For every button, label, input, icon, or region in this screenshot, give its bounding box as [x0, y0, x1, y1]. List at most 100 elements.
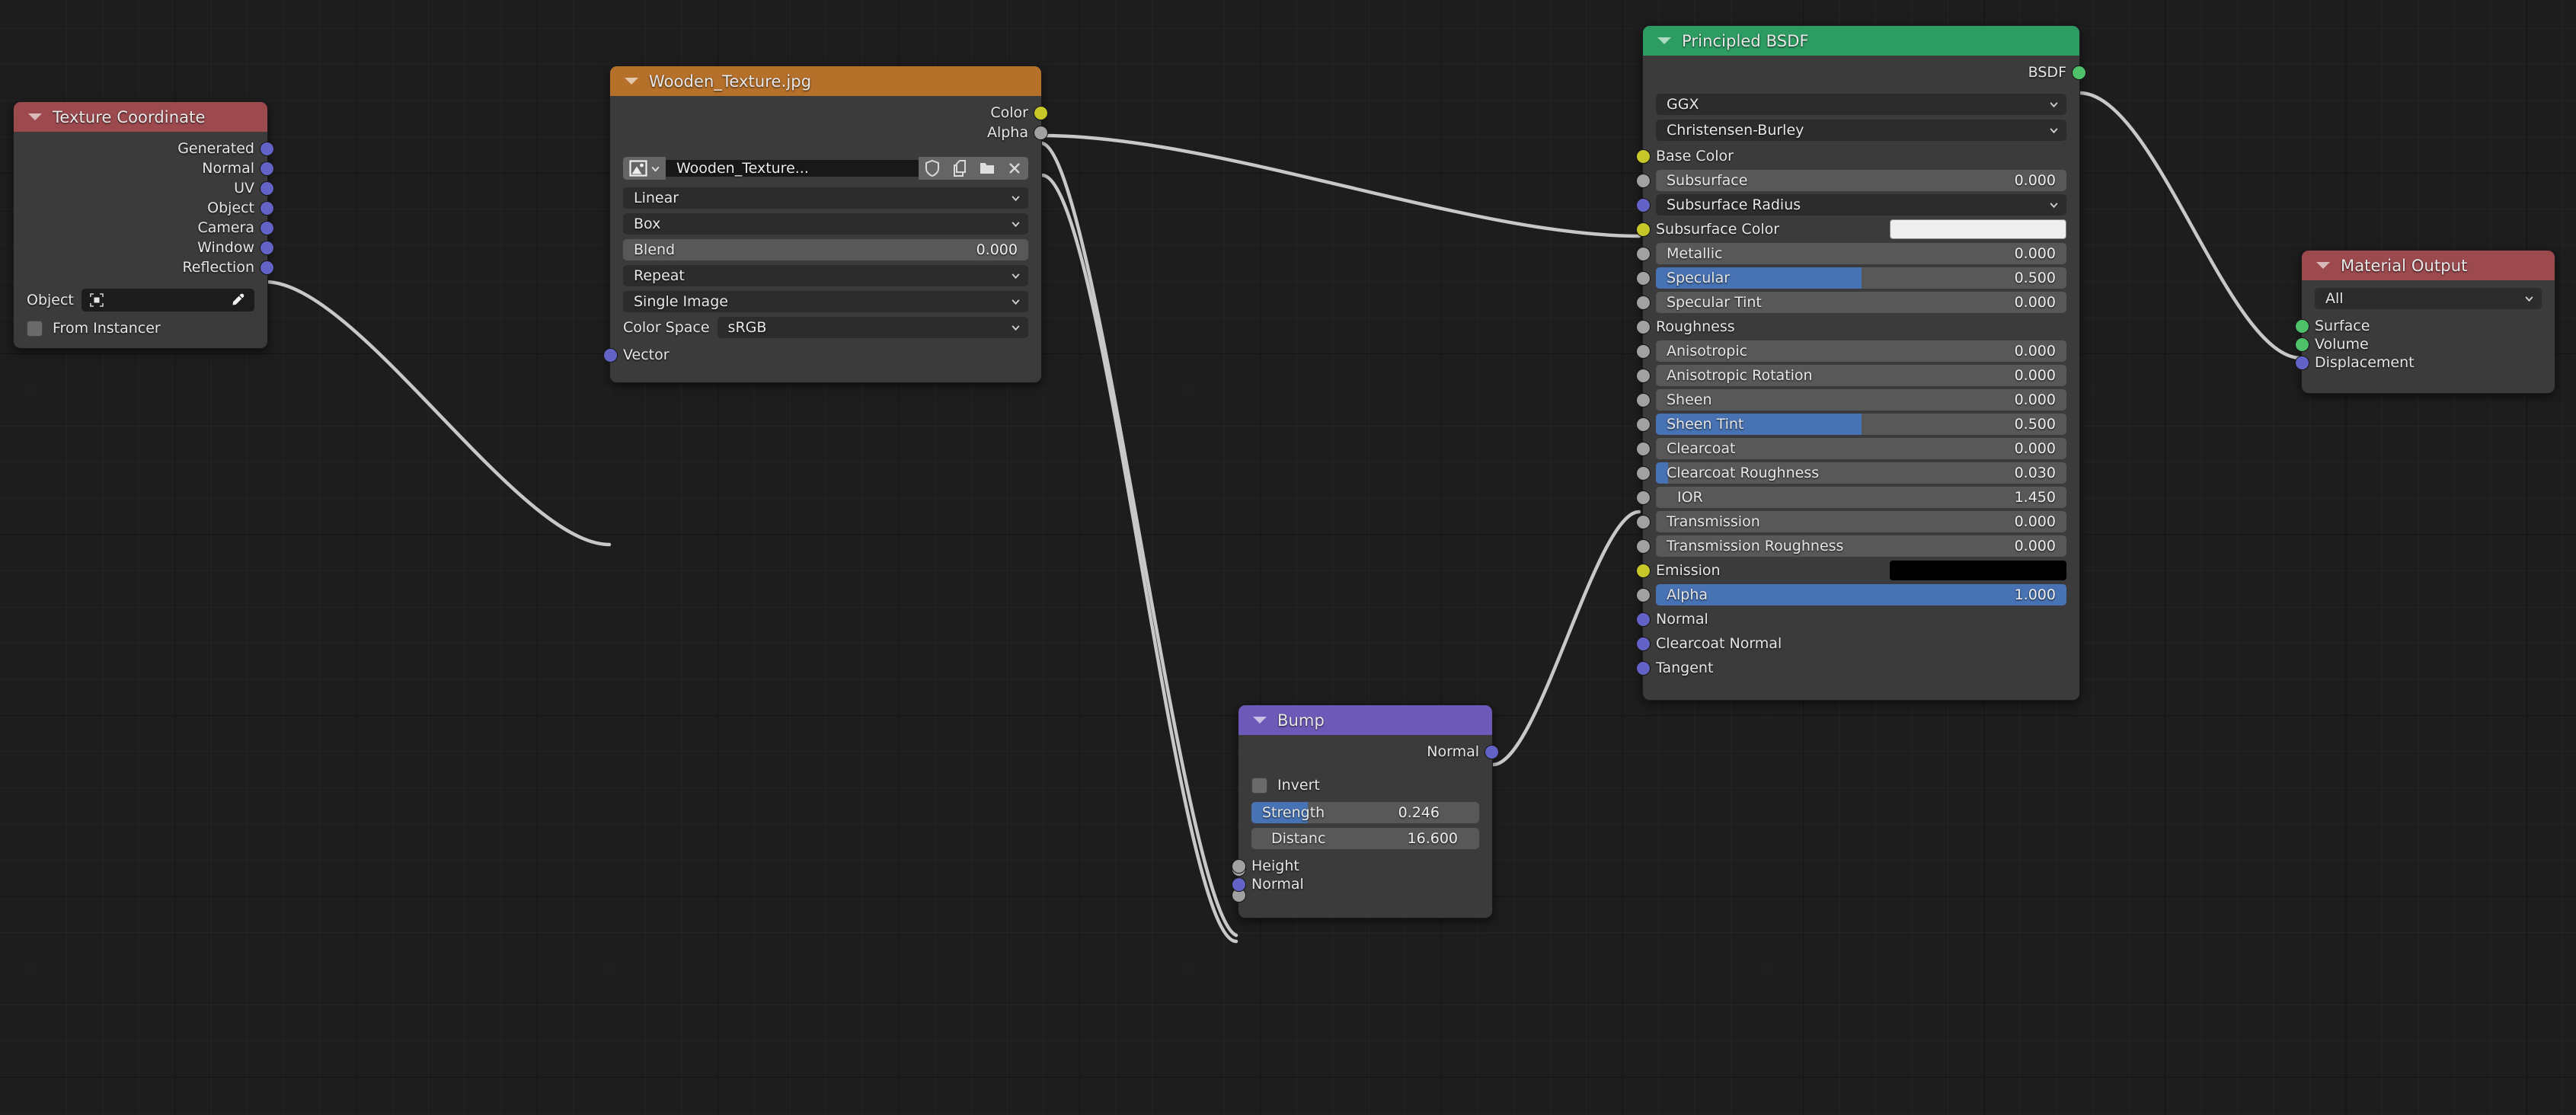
bsdf-row-specular[interactable]: Specular 0.500 [1636, 267, 2066, 289]
output-row-alpha[interactable]: Alpha [623, 123, 1048, 143]
bsdf-row-clearcoat-normal[interactable]: Clearcoat Normal [1636, 633, 2066, 654]
bsdf-row-transmission-roughness[interactable]: Transmission Roughness 0.000 [1636, 535, 2066, 557]
socket-subsurface-radius[interactable] [1636, 198, 1651, 212]
socket-subsurface[interactable] [1636, 174, 1651, 188]
node-header-material-output[interactable]: Material Output [2302, 251, 2555, 280]
socket-clearcoat-normal[interactable] [1636, 637, 1651, 651]
sheen-slider[interactable]: Sheen 0.000 [1656, 389, 2066, 411]
node-image-texture[interactable]: Wooden_Texture.jpg Color Alpha Wooden_Te… [603, 65, 1048, 383]
socket-normal[interactable] [260, 161, 274, 176]
socket-subsurface-color[interactable] [1636, 222, 1651, 237]
image-datablock-bar[interactable]: Wooden_Texture... [623, 157, 1028, 180]
socket-bsdf[interactable] [2072, 65, 2086, 80]
node-header-image-texture[interactable]: Wooden_Texture.jpg [610, 66, 1041, 96]
output-row-color[interactable]: Color [623, 104, 1048, 123]
target-dropdown[interactable]: All [2315, 288, 2542, 309]
extension-dropdown[interactable]: Repeat [623, 265, 1028, 286]
input-row-height[interactable]: Height [1232, 857, 1479, 875]
bsdf-row-ior[interactable]: IOR 1.450 [1636, 487, 2066, 508]
from-instancer-checkbox[interactable] [27, 320, 43, 337]
socket-transmission[interactable] [1636, 515, 1651, 529]
bsdf-row-tangent[interactable]: Tangent [1636, 657, 2066, 679]
strength-slider[interactable]: Strength 0.246 [1251, 802, 1479, 823]
socket-alpha[interactable] [1636, 588, 1651, 602]
bsdf-row-specular-tint[interactable]: Specular Tint 0.000 [1636, 292, 2066, 313]
node-header-texture-coordinate[interactable]: Texture Coordinate [14, 102, 267, 132]
socket-reflection[interactable] [260, 260, 274, 275]
output-row-object[interactable]: Object [27, 199, 274, 219]
socket-displacement[interactable] [2295, 356, 2309, 370]
output-row-reflection[interactable]: Reflection [27, 258, 274, 278]
input-row-surface[interactable]: Surface [2295, 317, 2542, 335]
object-field[interactable] [81, 289, 254, 311]
socket-transmission-roughness[interactable] [1636, 539, 1651, 554]
projection-dropdown[interactable]: Box [623, 213, 1028, 235]
image-name-field[interactable]: Wooden_Texture... [666, 160, 919, 177]
color-space-dropdown[interactable]: sRGB [717, 317, 1028, 338]
socket-vector[interactable] [603, 348, 618, 363]
unlink-image-button[interactable] [1001, 157, 1028, 180]
socket-clearcoat[interactable] [1636, 442, 1651, 456]
node-material-output[interactable]: Material Output All Surface Volume Displ… [2295, 250, 2555, 394]
socket-alpha[interactable] [1034, 126, 1048, 140]
socket-height[interactable] [1232, 859, 1246, 874]
subsurface-color-color-swatch[interactable] [1890, 219, 2066, 239]
transmission-slider[interactable]: Transmission 0.000 [1656, 511, 2066, 532]
bsdf-row-base-color[interactable]: Base Color [1636, 145, 2066, 167]
bsdf-row-anisotropic-rotation[interactable]: Anisotropic Rotation 0.000 [1636, 365, 2066, 386]
output-row-bsdf[interactable]: BSDF [1656, 63, 2086, 83]
socket-sheen[interactable] [1636, 393, 1651, 407]
bsdf-row-roughness[interactable]: Roughness [1636, 316, 2066, 337]
bsdf-row-normal[interactable]: Normal [1636, 609, 2066, 630]
collapse-triangle-icon[interactable] [625, 78, 638, 85]
bsdf-row-anisotropic[interactable]: Anisotropic 0.000 [1636, 340, 2066, 362]
socket-anisotropic-rotation[interactable] [1636, 369, 1651, 383]
sheen-tint-slider[interactable]: Sheen Tint 0.500 [1656, 414, 2066, 435]
socket-camera[interactable] [260, 221, 274, 235]
subsurface-radius-dropdown[interactable]: Subsurface Radius [1656, 194, 2066, 216]
subsurface-slider[interactable]: Subsurface 0.000 [1656, 170, 2066, 191]
collapse-triangle-icon[interactable] [1253, 717, 1267, 724]
bsdf-row-subsurface-color[interactable]: Subsurface Color [1636, 219, 2066, 240]
emission-color-swatch[interactable] [1890, 561, 2066, 580]
new-image-button[interactable] [946, 157, 973, 180]
node-texture-coordinate[interactable]: Texture Coordinate Generated Normal UV O… [13, 101, 274, 349]
specular-tint-slider[interactable]: Specular Tint 0.000 [1656, 292, 2066, 313]
socket-anisotropic[interactable] [1636, 344, 1651, 359]
output-row-normal[interactable]: Normal [27, 159, 274, 179]
anisotropic-slider[interactable]: Anisotropic 0.000 [1656, 340, 2066, 362]
distance-slider[interactable]: Distanc 16.600 [1251, 828, 1479, 849]
invert-checkbox[interactable] [1251, 777, 1267, 794]
socket-ior[interactable] [1636, 490, 1651, 505]
ior-slider[interactable]: IOR 1.450 [1656, 487, 2066, 508]
bsdf-row-alpha[interactable]: Alpha 1.000 [1636, 584, 2066, 605]
specular-slider[interactable]: Specular 0.500 [1656, 267, 2066, 289]
socket-emission[interactable] [1636, 564, 1651, 578]
socket-uv[interactable] [260, 181, 274, 196]
output-row-window[interactable]: Window [27, 238, 274, 258]
bsdf-row-clearcoat-roughness[interactable]: Clearcoat Roughness 0.030 [1636, 462, 2066, 484]
output-row-generated[interactable]: Generated [27, 139, 274, 159]
socket-normal[interactable] [1636, 612, 1651, 627]
subsurface-method-dropdown[interactable]: Christensen-Burley [1656, 120, 2066, 141]
anisotropic-rotation-slider[interactable]: Anisotropic Rotation 0.000 [1656, 365, 2066, 386]
socket-specular-tint[interactable] [1636, 296, 1651, 310]
socket-roughness[interactable] [1636, 320, 1651, 334]
socket-normal-out[interactable] [1485, 745, 1499, 759]
source-dropdown[interactable]: Single Image [623, 291, 1028, 312]
socket-base-color[interactable] [1636, 149, 1651, 164]
distribution-dropdown[interactable]: GGX [1656, 94, 2066, 115]
collapse-triangle-icon[interactable] [2316, 262, 2330, 269]
bsdf-row-emission[interactable]: Emission [1636, 560, 2066, 581]
bsdf-row-subsurface[interactable]: Subsurface 0.000 [1636, 170, 2066, 191]
bsdf-row-sheen-tint[interactable]: Sheen Tint 0.500 [1636, 414, 2066, 435]
socket-tangent[interactable] [1636, 661, 1651, 676]
open-image-button[interactable] [973, 157, 1001, 180]
socket-color[interactable] [1034, 106, 1048, 120]
output-row-normal[interactable]: Normal [1251, 743, 1499, 762]
socket-surface[interactable] [2295, 319, 2309, 334]
socket-generated[interactable] [260, 142, 274, 156]
collapse-triangle-icon[interactable] [28, 113, 42, 120]
output-row-uv[interactable]: UV [27, 179, 274, 199]
input-row-normal[interactable]: Normal [1232, 875, 1479, 893]
